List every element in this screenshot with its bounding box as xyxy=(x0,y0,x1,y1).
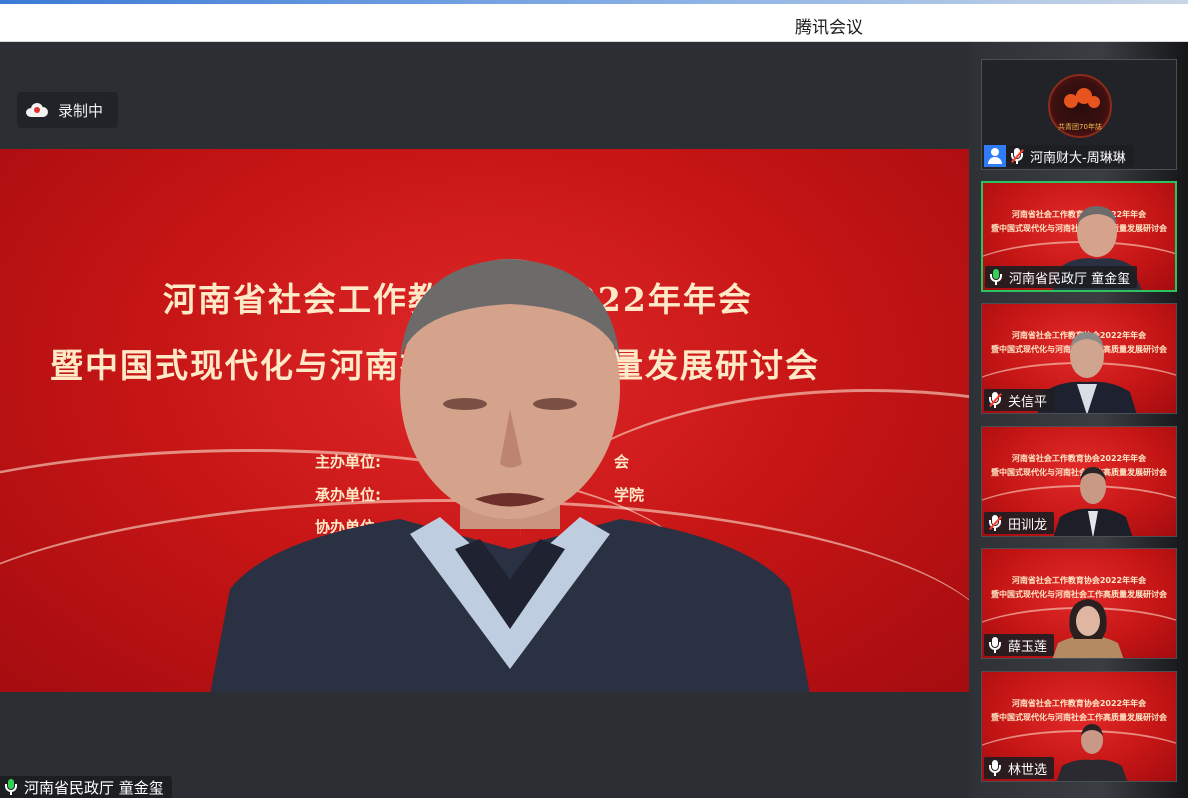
recording-label: 录制中 xyxy=(58,101,104,120)
participant-tile[interactable]: 河南省社会工作教育协会2022年年会 暨中国式现代化与河南社会工作高质量发展研讨… xyxy=(981,548,1177,659)
participant-name: 林世选 xyxy=(1008,762,1048,778)
speaker-name-tag: 河南省民政厅 童金玺 xyxy=(0,776,172,798)
mic-active-icon xyxy=(989,268,1003,286)
speaker-name: 河南省民政厅 童金玺 xyxy=(24,778,164,797)
logo-text: 共青团70年誌 xyxy=(1058,123,1102,131)
participant-tile-active[interactable]: 河南省社会工作教育协会2022年年会 暨中国式现代化与河南社会工作高质量发展研讨… xyxy=(981,181,1177,292)
speaker-person xyxy=(210,259,810,692)
tile-slide-line1: 河南省社会工作教育协会2022年年会 xyxy=(1011,576,1147,585)
participant-name-tag: 林世选 xyxy=(984,757,1055,779)
user-avatar-icon xyxy=(984,145,1006,167)
mic-muted-icon xyxy=(988,514,1002,532)
participant-name-tag: 河南省民政厅 童金玺 xyxy=(985,266,1138,288)
participant-name-tag: 关信平 xyxy=(984,389,1055,411)
recording-badge[interactable]: 录制中 xyxy=(17,92,118,128)
participant-person xyxy=(1056,724,1128,781)
participant-tile[interactable]: 河南省社会工作教育协会2022年年会 暨中国式现代化与河南社会工作高质量发展研讨… xyxy=(981,671,1177,782)
mic-icon xyxy=(988,636,1002,654)
mic-icon xyxy=(988,759,1002,777)
tile-slide-line1: 河南省社会工作教育协会2022年年会 xyxy=(1011,699,1147,708)
main-video-area[interactable]: 录制中 河南省社会工作教育协会2022年年会 暨中国式现代化与河南社会工作高质量… xyxy=(0,42,969,798)
participant-person xyxy=(1052,599,1124,658)
cloud-record-icon xyxy=(26,103,48,117)
participant-name: 河南财大-周琳琳 xyxy=(1030,150,1126,166)
participant-name-tag: 田训龙 xyxy=(984,512,1055,534)
participant-person xyxy=(1053,467,1133,536)
mic-active-icon xyxy=(4,778,18,796)
participant-tile[interactable]: 河南省社会工作教育协会2022年年会 暨中国式现代化与河南社会工作高质量发展研讨… xyxy=(981,426,1177,537)
title-bar[interactable]: 腾讯会议 xyxy=(0,4,1188,42)
participant-sidebar[interactable]: 共青团70年誌 河南财大-周琳琳 河南省社会工作教育协会2022年年会 暨中国式… xyxy=(969,42,1188,798)
participant-name: 薛玉莲 xyxy=(1008,639,1048,655)
participant-name: 关信平 xyxy=(1008,394,1048,410)
mic-muted-icon xyxy=(988,391,1002,409)
participant-tile[interactable]: 共青团70年誌 河南财大-周琳琳 xyxy=(981,59,1177,170)
window-title: 腾讯会议 xyxy=(795,18,863,38)
mic-muted-icon xyxy=(1010,147,1024,165)
participant-name-tag: 河南财大-周琳琳 xyxy=(984,145,1133,167)
participant-name-tag: 薛玉莲 xyxy=(984,634,1055,656)
participant-name: 田训龙 xyxy=(1008,517,1048,533)
speaker-video[interactable]: 河南省社会工作教育协会2022年年会 暨中国式现代化与河南社会工作高质量发展研讨… xyxy=(0,149,969,692)
participant-name: 河南省民政厅 童金玺 xyxy=(1009,271,1131,287)
participant-tile[interactable]: 河南省社会工作教育协会2022年年会 暨中国式现代化与河南社会工作高质量发展研讨… xyxy=(981,303,1177,414)
organization-logo: 共青团70年誌 xyxy=(1048,74,1112,138)
